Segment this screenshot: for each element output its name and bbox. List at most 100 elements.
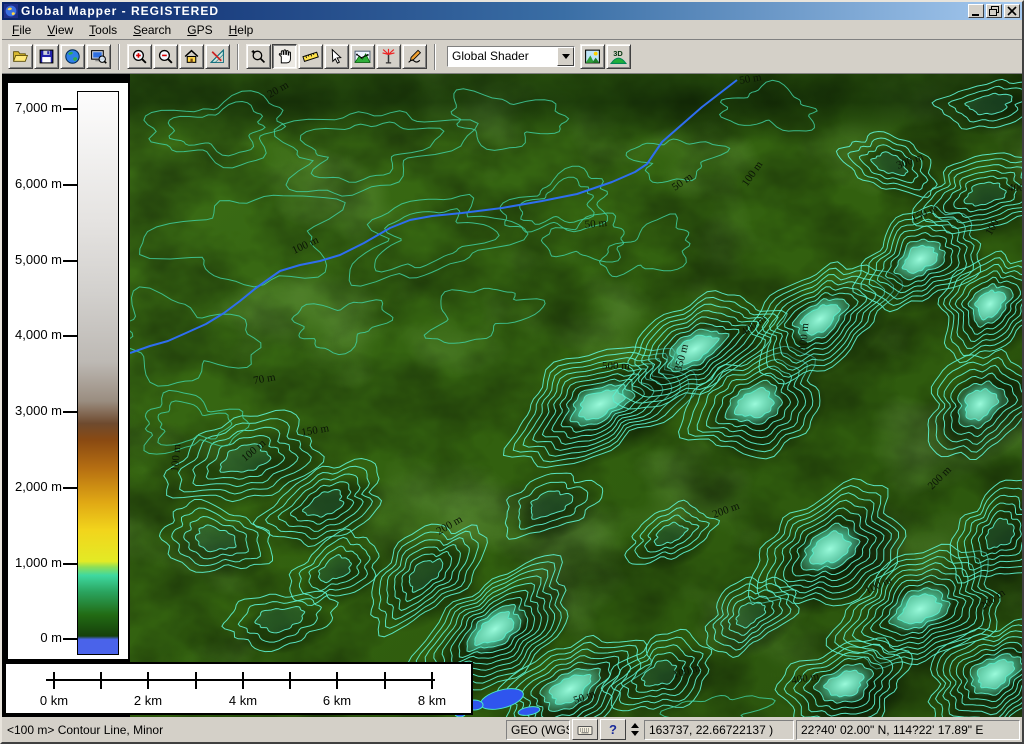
- contour-label: 100 m: [797, 322, 811, 351]
- scale-bar-tick: [289, 672, 291, 689]
- menu-item-tools[interactable]: Tools: [81, 21, 125, 39]
- shader-selector-value: Global Shader: [448, 47, 557, 66]
- scale-bar-label: 6 km: [323, 693, 351, 708]
- scale-bar-label: 8 km: [418, 693, 446, 708]
- legend-tick: [63, 108, 77, 110]
- zoom-tool-button[interactable]: [246, 44, 271, 69]
- menu-item-gps[interactable]: GPS: [179, 21, 220, 39]
- menu-item-help[interactable]: Help: [221, 21, 262, 39]
- measure-tool-button[interactable]: [298, 44, 323, 69]
- legend-tick-label: 4,000 m: [2, 327, 62, 342]
- toolbar-separator: [434, 44, 436, 70]
- elevation-gradient: [77, 91, 119, 655]
- scroll-spinner[interactable]: [628, 719, 642, 740]
- legend-tick: [63, 563, 77, 565]
- zoom-out-icon: [157, 48, 174, 65]
- pan-tool-button[interactable]: [272, 44, 297, 69]
- contour-label: 400: [1008, 182, 1022, 194]
- contour-label: 50 m: [584, 217, 608, 231]
- scale-bar-label: 4 km: [229, 693, 257, 708]
- zoom-out-button[interactable]: [153, 44, 178, 69]
- keyboard-button[interactable]: [572, 719, 598, 740]
- display-options-icon: [90, 48, 107, 65]
- menu-item-search[interactable]: Search: [125, 21, 179, 39]
- configure-button[interactable]: [205, 44, 230, 69]
- world-globe-icon: [64, 48, 81, 65]
- projection-status: GEO (WGS84: [506, 720, 570, 740]
- legend-tick: [63, 638, 77, 640]
- scale-bar: 0 km2 km4 km6 km8 km: [4, 662, 473, 715]
- app-window: Global Mapper - REGISTERED FileViewTools…: [0, 0, 1024, 744]
- path-profile-icon: [354, 48, 371, 65]
- shader-selector[interactable]: Global Shader: [447, 46, 575, 67]
- toolbar-separator: [237, 44, 239, 70]
- view-3d-button[interactable]: 3D: [606, 44, 631, 69]
- restore-icon: [988, 5, 1000, 17]
- status-bar: <100 m> Contour Line, Minor GEO (WGS84 ?…: [2, 717, 1022, 742]
- menu-item-view[interactable]: View: [39, 21, 81, 39]
- svg-text:3D: 3D: [613, 49, 623, 58]
- pan-hand-icon: [276, 48, 293, 65]
- scale-bar-tick: [242, 672, 244, 689]
- legend-tick: [63, 184, 77, 186]
- legend-tick-label: 2,000 m: [2, 479, 62, 494]
- app-icon: [4, 4, 18, 18]
- scale-bar-tick: [336, 672, 338, 689]
- latlon-status: 22?40' 02.00" N, 114?22' 17.89" E: [796, 720, 1020, 740]
- contour-label: 100 m: [169, 443, 183, 472]
- contour-label: 500 m: [602, 360, 630, 372]
- scale-bar-label: 2 km: [134, 693, 162, 708]
- zoom-in-icon: [131, 48, 148, 65]
- legend-tick: [63, 260, 77, 262]
- scale-bar-tick: [100, 672, 102, 689]
- path-profile-button[interactable]: [350, 44, 375, 69]
- spin-down-icon: [631, 731, 639, 740]
- window-title: Global Mapper - REGISTERED: [21, 4, 966, 18]
- close-button[interactable]: [1004, 4, 1020, 18]
- digitizer-pencil-icon: [406, 48, 423, 65]
- help-button[interactable]: ?: [600, 719, 626, 740]
- scale-bar-tick: [195, 672, 197, 689]
- menu-bar: FileViewToolsSearchGPSHelp: [2, 20, 1022, 40]
- feature-info-arrow-icon: [328, 48, 345, 65]
- open-button[interactable]: [8, 44, 33, 69]
- minimize-button[interactable]: [968, 4, 984, 18]
- scale-bar-line: [46, 679, 435, 681]
- measure-ruler-icon: [302, 48, 319, 65]
- chevron-down-icon[interactable]: [557, 47, 574, 66]
- full-view-button[interactable]: [179, 44, 204, 69]
- configure-icon: [209, 48, 226, 65]
- spin-up-icon: [631, 719, 639, 728]
- zoom-in-button[interactable]: [127, 44, 152, 69]
- zoom-tool-icon: [250, 48, 267, 65]
- view-shed-icon: [380, 48, 397, 65]
- save-button[interactable]: [34, 44, 59, 69]
- display-options-button[interactable]: [86, 44, 111, 69]
- minimize-icon: [970, 5, 982, 17]
- map-canvas[interactable]: 20 m50 m100 m50 m50 m100 m70 m150 m100 m…: [130, 74, 1022, 717]
- elevation-legend: 7,000 m6,000 m5,000 m4,000 m3,000 m2,000…: [7, 82, 129, 660]
- restore-button[interactable]: [986, 4, 1002, 18]
- legend-tick: [63, 411, 77, 413]
- world-view-button[interactable]: [60, 44, 85, 69]
- open-folder-icon: [12, 48, 29, 65]
- help-icon: ?: [609, 722, 617, 737]
- view-shed-button[interactable]: [376, 44, 401, 69]
- 3d-view-icon: 3D: [610, 48, 627, 65]
- feature-info-button[interactable]: [324, 44, 349, 69]
- scale-bar-tick: [147, 672, 149, 689]
- menu-item-file[interactable]: File: [4, 21, 39, 39]
- close-icon: [1006, 5, 1018, 17]
- overlay-control-button[interactable]: [580, 44, 605, 69]
- legend-tick: [63, 487, 77, 489]
- toolbar-separator: [118, 44, 120, 70]
- coordinate-status: 163737, 22.66722137 ): [644, 720, 794, 740]
- save-floppy-icon: [38, 48, 55, 65]
- legend-tick-label: 0 m: [2, 630, 62, 645]
- legend-tick-label: 6,000 m: [2, 176, 62, 191]
- overlay-control-icon: [584, 48, 601, 65]
- digitizer-button[interactable]: [402, 44, 427, 69]
- scale-bar-tick: [53, 672, 55, 689]
- scale-bar-tick: [384, 672, 386, 689]
- legend-tick-label: 5,000 m: [2, 252, 62, 267]
